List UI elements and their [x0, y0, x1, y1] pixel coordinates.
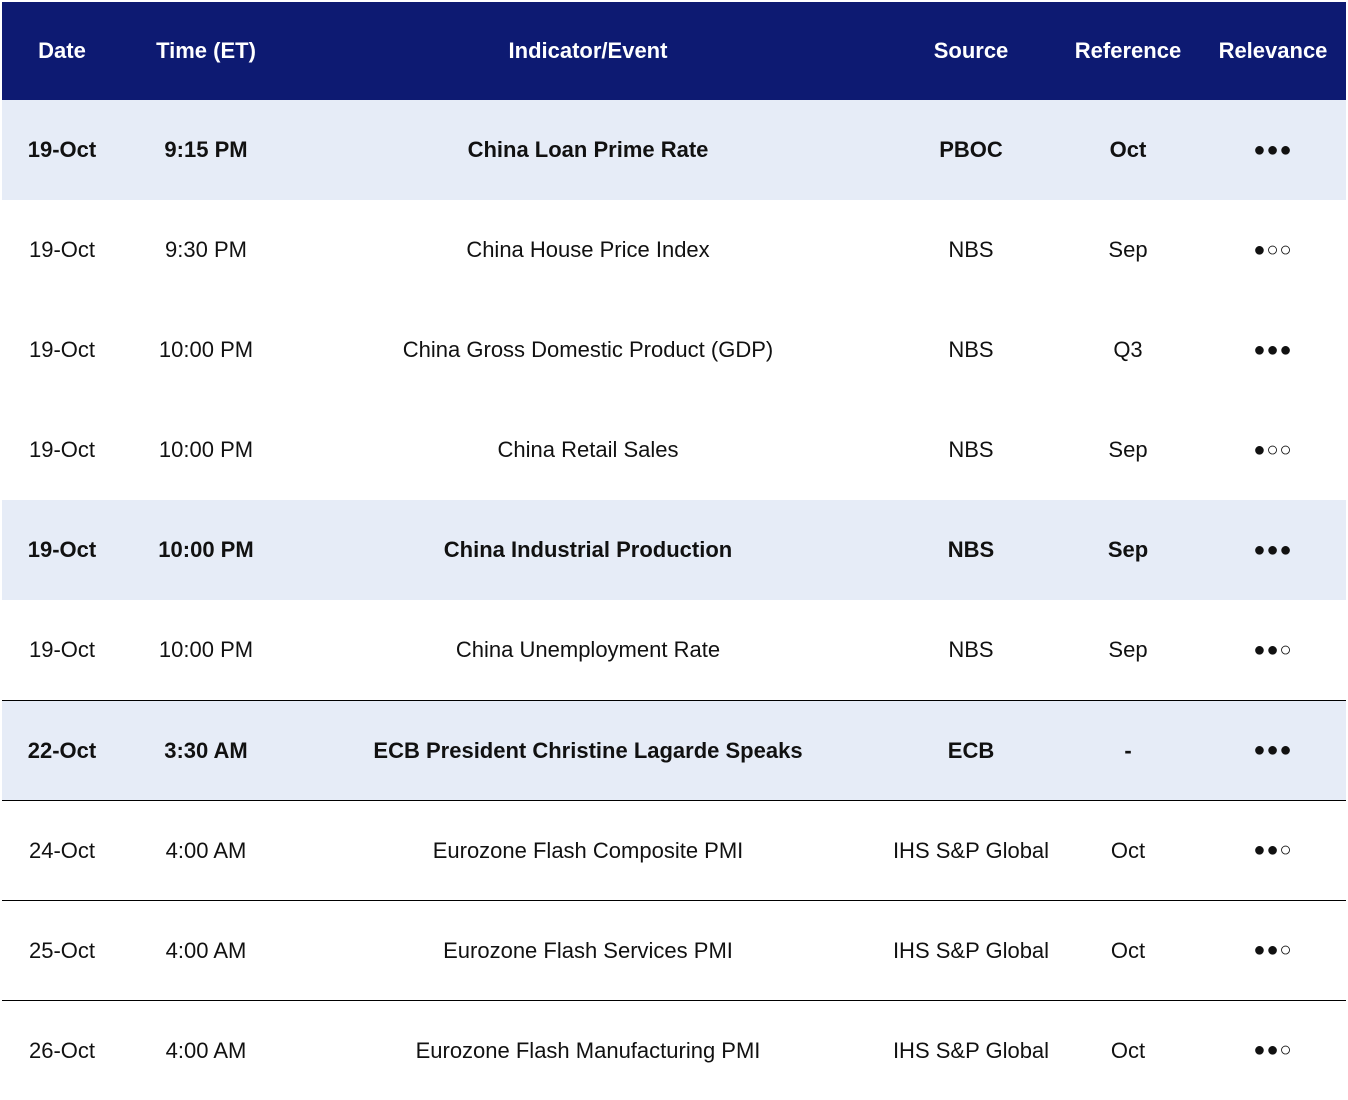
row-time: 10:00 PM	[158, 637, 254, 662]
table-header: Date Time (ET) Indicator/Event Source Re…	[2, 2, 1346, 100]
row-indicator: China Unemployment Rate	[455, 637, 721, 662]
row-relevance: ●●○	[1253, 839, 1293, 861]
row-reference: Sep	[1108, 637, 1148, 662]
row-reference: Oct	[1110, 937, 1146, 963]
header-time: Time (ET)	[156, 38, 256, 63]
row-relevance: ●●○	[1253, 1039, 1293, 1061]
row-source: PBOC	[939, 137, 1003, 162]
row-time: 4:00 AM	[165, 837, 247, 863]
row-date: 19-Oct	[28, 237, 96, 262]
row-reference: Oct	[1109, 137, 1147, 162]
row-source: NBS	[948, 437, 994, 462]
row-relevance: ●●●	[1253, 739, 1293, 761]
row-relevance: ●●●	[1253, 538, 1293, 561]
row-indicator: Eurozone Flash Manufacturing PMI	[415, 1037, 761, 1063]
header-source: Source	[933, 38, 1009, 63]
row-indicator: China Gross Domestic Product (GDP)	[402, 337, 774, 362]
row-reference: Sep	[1108, 237, 1148, 262]
row-reference: Q3	[1113, 337, 1143, 362]
row-date: 19-Oct	[28, 637, 96, 662]
row-indicator: China Industrial Production	[443, 537, 733, 562]
row-indicator: ECB President Christine Lagarde Speaks	[373, 737, 803, 763]
row-relevance: ●●●	[1253, 338, 1293, 361]
row-source: NBS	[948, 237, 994, 262]
row-time: 3:30 AM	[164, 737, 248, 763]
table-row: 26-Oct 4:00 AM Eurozone Flash Manufactur…	[2, 1000, 1346, 1100]
row-reference: Oct	[1110, 837, 1146, 863]
row-time: 4:00 AM	[165, 937, 247, 963]
row-relevance: ●○○	[1253, 438, 1293, 461]
header-date: Date	[38, 38, 86, 63]
row-date: 19-Oct	[28, 437, 96, 462]
row-date: 24-Oct	[28, 837, 96, 863]
table-row: 19-Oct 9:30 PM China House Price Index N…	[2, 200, 1346, 300]
row-relevance: ●●●	[1253, 138, 1293, 161]
header-reference: Reference	[1074, 38, 1182, 63]
table-row: 19-Oct 10:00 PM China Unemployment Rate …	[2, 600, 1346, 700]
row-relevance: ●○○	[1253, 238, 1293, 261]
row-reference: Sep	[1108, 437, 1148, 462]
row-source: IHS S&P Global	[892, 937, 1050, 963]
table-row: 19-Oct 10:00 PM China Industrial Product…	[2, 500, 1346, 600]
row-time: 10:00 PM	[158, 437, 254, 462]
table-row: 19-Oct 9:15 PM China Loan Prime Rate PBO…	[2, 100, 1346, 200]
row-reference: Sep	[1107, 537, 1149, 562]
table-row: 19-Oct 10:00 PM China Gross Domestic Pro…	[2, 300, 1346, 400]
row-source: IHS S&P Global	[892, 1037, 1050, 1063]
row-date: 19-Oct	[27, 137, 97, 162]
header-relevance: Relevance	[1218, 38, 1328, 63]
row-indicator: China Retail Sales	[497, 437, 679, 462]
header-indicator: Indicator/Event	[508, 38, 668, 63]
table-row: 19-Oct 10:00 PM China Retail Sales NBS S…	[2, 400, 1346, 500]
table-row: 25-Oct 4:00 AM Eurozone Flash Services P…	[2, 900, 1346, 1000]
row-indicator: Eurozone Flash Services PMI	[443, 937, 733, 963]
row-time: 10:00 PM	[158, 537, 254, 562]
row-time: 9:15 PM	[164, 137, 248, 162]
row-source: NBS	[948, 637, 994, 662]
row-reference: -	[1124, 737, 1132, 763]
row-indicator: China Loan Prime Rate	[467, 137, 709, 162]
row-date: 19-Oct	[27, 537, 97, 562]
row-time: 4:00 AM	[165, 1037, 247, 1063]
row-source: ECB	[947, 737, 995, 763]
row-indicator: Eurozone Flash Composite PMI	[432, 837, 744, 863]
economic-calendar-table: Date Time (ET) Indicator/Event Source Re…	[2, 2, 1346, 1100]
row-date: 22-Oct	[27, 737, 97, 763]
row-reference: Oct	[1110, 1037, 1146, 1063]
row-indicator: China House Price Index	[466, 237, 710, 262]
row-time: 9:30 PM	[165, 237, 247, 262]
row-date: 25-Oct	[28, 937, 96, 963]
row-source: NBS	[947, 537, 995, 562]
row-relevance: ●●○	[1253, 638, 1293, 661]
row-date: 19-Oct	[28, 337, 96, 362]
row-time: 10:00 PM	[158, 337, 254, 362]
row-relevance: ●●○	[1253, 939, 1293, 961]
table-row: 22-Oct 3:30 AM ECB President Christine L…	[2, 700, 1346, 800]
row-date: 26-Oct	[28, 1037, 96, 1063]
row-source: IHS S&P Global	[892, 837, 1050, 863]
table-row: 24-Oct 4:00 AM Eurozone Flash Composite …	[2, 800, 1346, 900]
row-source: NBS	[948, 337, 994, 362]
